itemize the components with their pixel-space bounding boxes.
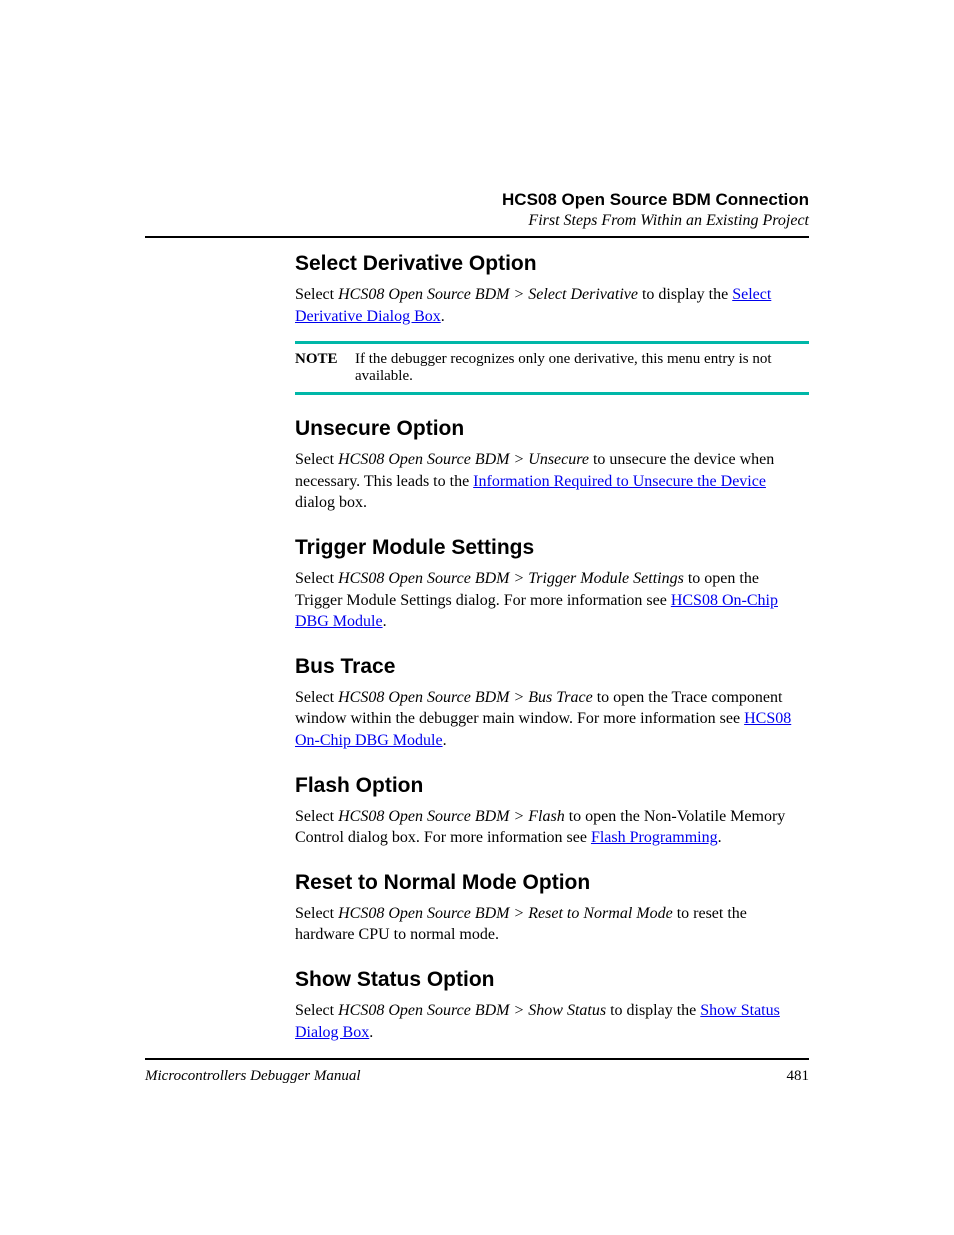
para-trigger-module: Select HCS08 Open Source BDM > Trigger M… [295,568,809,633]
para-show-status: Select HCS08 Open Source BDM > Show Stat… [295,1000,809,1043]
footer-row: Microcontrollers Debugger Manual 481 [145,1068,809,1085]
text: . [441,308,445,325]
text: to display the [606,1002,700,1019]
para-select-derivative: Select HCS08 Open Source BDM > Select De… [295,284,809,327]
text: Select [295,905,338,922]
footer-rule [145,1058,809,1060]
heading-show-status: Show Status Option [295,968,809,992]
heading-flash: Flash Option [295,774,809,798]
text: Select [295,689,338,706]
text: . [718,829,722,846]
para-bus-trace: Select HCS08 Open Source BDM > Bus Trace… [295,687,809,752]
note-text: If the debugger recognizes only one deri… [355,351,803,385]
menu-path: HCS08 Open Source BDM > Reset to Normal … [338,905,673,922]
heading-unsecure: Unsecure Option [295,417,809,441]
text: Select [295,1002,338,1019]
note-box: NOTEIf the debugger recognizes only one … [295,341,809,395]
text: Select [295,570,338,587]
menu-path: HCS08 Open Source BDM > Trigger Module S… [338,570,684,587]
heading-reset-normal: Reset to Normal Mode Option [295,871,809,895]
content-area: Select Derivative Option Select HCS08 Op… [295,252,809,1043]
text: dialog box. [295,494,367,511]
para-reset-normal: Select HCS08 Open Source BDM > Reset to … [295,903,809,946]
page-header: HCS08 Open Source BDM Connection First S… [145,190,809,230]
menu-path: HCS08 Open Source BDM > Unsecure [338,451,589,468]
para-flash: Select HCS08 Open Source BDM > Flash to … [295,806,809,849]
header-title: HCS08 Open Source BDM Connection [145,190,809,210]
page-body: HCS08 Open Source BDM Connection First S… [145,190,809,1090]
text: Select [295,286,338,303]
menu-path: HCS08 Open Source BDM > Bus Trace [338,689,593,706]
link-flash-programming[interactable]: Flash Programming [591,829,718,846]
text: . [443,732,447,749]
para-unsecure: Select HCS08 Open Source BDM > Unsecure … [295,449,809,514]
page-footer: Microcontrollers Debugger Manual 481 [145,1058,809,1085]
heading-select-derivative: Select Derivative Option [295,252,809,276]
text: Select [295,808,338,825]
footer-page-number: 481 [787,1068,810,1085]
menu-path: HCS08 Open Source BDM > Select Derivativ… [338,286,638,303]
header-subtitle: First Steps From Within an Existing Proj… [145,212,809,230]
text: Select [295,451,338,468]
text: to display the [638,286,732,303]
text: . [383,613,387,630]
heading-bus-trace: Bus Trace [295,655,809,679]
header-rule [145,236,809,238]
menu-path: HCS08 Open Source BDM > Show Status [338,1002,606,1019]
link-unsecure-info[interactable]: Information Required to Unsecure the Dev… [473,473,766,490]
note-label: NOTE [295,351,355,368]
heading-trigger-module: Trigger Module Settings [295,536,809,560]
footer-manual-title: Microcontrollers Debugger Manual [145,1068,361,1085]
menu-path: HCS08 Open Source BDM > Flash [338,808,565,825]
text: . [369,1024,373,1041]
